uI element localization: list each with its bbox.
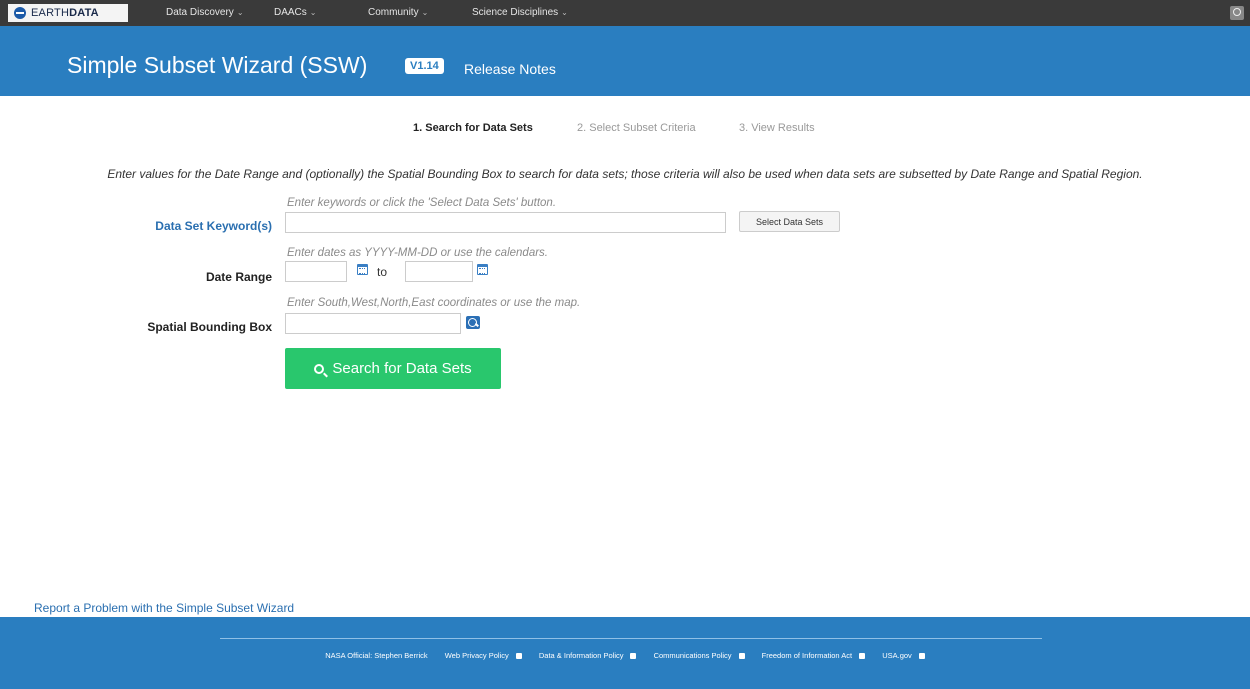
footer-links: NASA Official: Stephen Berrick Web Priva…	[0, 651, 1250, 660]
earthdata-logo[interactable]: EARTH DATA	[8, 4, 128, 22]
nav-daacs[interactable]: DAACs ⌄	[274, 7, 317, 18]
keyword-label[interactable]: Data Set Keyword(s)	[100, 219, 272, 233]
release-notes-link[interactable]: Release Notes	[464, 61, 556, 77]
chevron-down-icon: ⌄	[309, 8, 317, 17]
start-date-input[interactable]	[285, 261, 347, 282]
footer-divider	[220, 638, 1042, 639]
brand-prefix: EARTH	[31, 7, 70, 19]
page-footer: NASA Official: Stephen Berrick Web Priva…	[0, 617, 1250, 689]
date-to-label: to	[377, 265, 388, 279]
nav-science-disciplines[interactable]: Science Disciplines ⌄	[472, 7, 568, 18]
step-search-data-sets: 1. Search for Data Sets	[413, 122, 533, 134]
page-title: Simple Subset Wizard (SSW)	[67, 52, 368, 78]
report-problem-link[interactable]: Report a Problem with the Simple Subset …	[34, 601, 294, 615]
footer-link-foia[interactable]: Freedom of Information Act	[757, 651, 866, 660]
footer-link-web-privacy[interactable]: Web Privacy Policy	[440, 651, 522, 660]
step-view-results: 3. View Results	[739, 122, 815, 134]
step-select-subset-criteria: 2. Select Subset Criteria	[577, 122, 696, 134]
intro-text: Enter values for the Date Range and (opt…	[107, 167, 1143, 181]
bbox-input[interactable]	[285, 313, 461, 334]
external-link-icon	[515, 653, 522, 659]
calendar-icon[interactable]	[357, 264, 368, 275]
top-navigation-bar: EARTH DATA Data Discovery ⌄ DAACs ⌄ Communi…	[0, 0, 1250, 26]
version-badge: V1.14	[405, 58, 444, 74]
chevron-down-icon: ⌄	[561, 8, 568, 17]
external-link-icon	[630, 653, 637, 659]
external-link-icon	[918, 653, 925, 659]
bbox-hint: Enter South,West,North,East coordinates …	[287, 297, 581, 309]
search-data-sets-button[interactable]: Search for Data Sets	[285, 348, 501, 389]
map-icon[interactable]	[466, 316, 480, 329]
date-hint: Enter dates as YYYY-MM-DD or use the cal…	[287, 247, 548, 259]
search-icon[interactable]	[1230, 6, 1244, 20]
calendar-icon[interactable]	[477, 264, 488, 275]
nav-data-discovery[interactable]: Data Discovery ⌄	[166, 7, 244, 18]
search-icon	[314, 363, 325, 374]
nasa-meatball-icon	[14, 7, 26, 19]
footer-link-data-info-policy[interactable]: Data & Information Policy	[534, 651, 637, 660]
search-button-label: Search for Data Sets	[332, 360, 472, 377]
keyword-hint: Enter keywords or click the 'Select Data…	[287, 197, 557, 209]
nasa-official: NASA Official: Stephen Berrick	[325, 651, 428, 660]
keyword-input[interactable]	[285, 212, 726, 233]
end-date-input[interactable]	[405, 261, 473, 282]
bbox-label: Spatial Bounding Box	[147, 320, 272, 334]
nav-community[interactable]: Community ⌄	[368, 7, 428, 18]
chevron-down-icon: ⌄	[236, 8, 244, 17]
select-data-sets-button[interactable]: Select Data Sets	[739, 211, 840, 232]
external-link-icon	[859, 653, 866, 659]
date-range-label: Date Range	[205, 270, 272, 284]
chevron-down-icon: ⌄	[421, 8, 429, 17]
footer-link-communications[interactable]: Communications Policy	[649, 651, 745, 660]
footer-link-usa-gov[interactable]: USA.gov	[877, 651, 925, 660]
brand-suffix: DATA	[69, 7, 99, 19]
page-header: Simple Subset Wizard (SSW) V1.14 Release…	[0, 26, 1250, 96]
external-link-icon	[738, 653, 745, 659]
